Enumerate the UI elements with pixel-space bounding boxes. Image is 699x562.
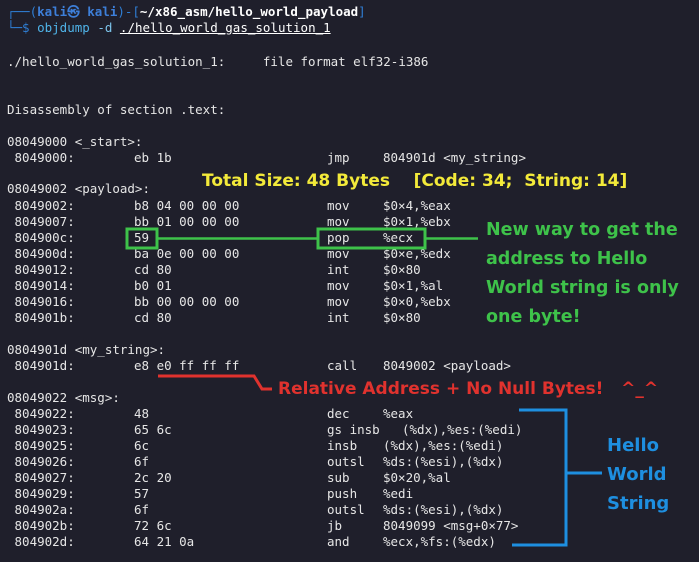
terminal-window[interactable]: ┌──(kali㉿ kali)-[~/x86_asm/hello_world_p… [0,0,699,562]
total-size-annotation: Total Size: 48 Bytes [Code: 34; String: … [202,171,628,191]
annotation-line: World [607,464,667,485]
relative-address-annotation: Relative Address + No Null Bytes! ^_^ [278,379,659,399]
annotation-line: Hello [607,435,659,456]
red-connector [186,374,272,391]
annotation-line: World string is only [486,278,679,298]
blue-bracket [512,408,568,547]
annotation-line: one byte! [486,307,581,327]
annotation-line: address to Hello [486,249,648,269]
annotation-line: String [607,493,670,514]
annotation-line: New way to get the [486,220,678,240]
green-box-instruction [316,227,427,250]
green-box-byte [125,227,159,250]
